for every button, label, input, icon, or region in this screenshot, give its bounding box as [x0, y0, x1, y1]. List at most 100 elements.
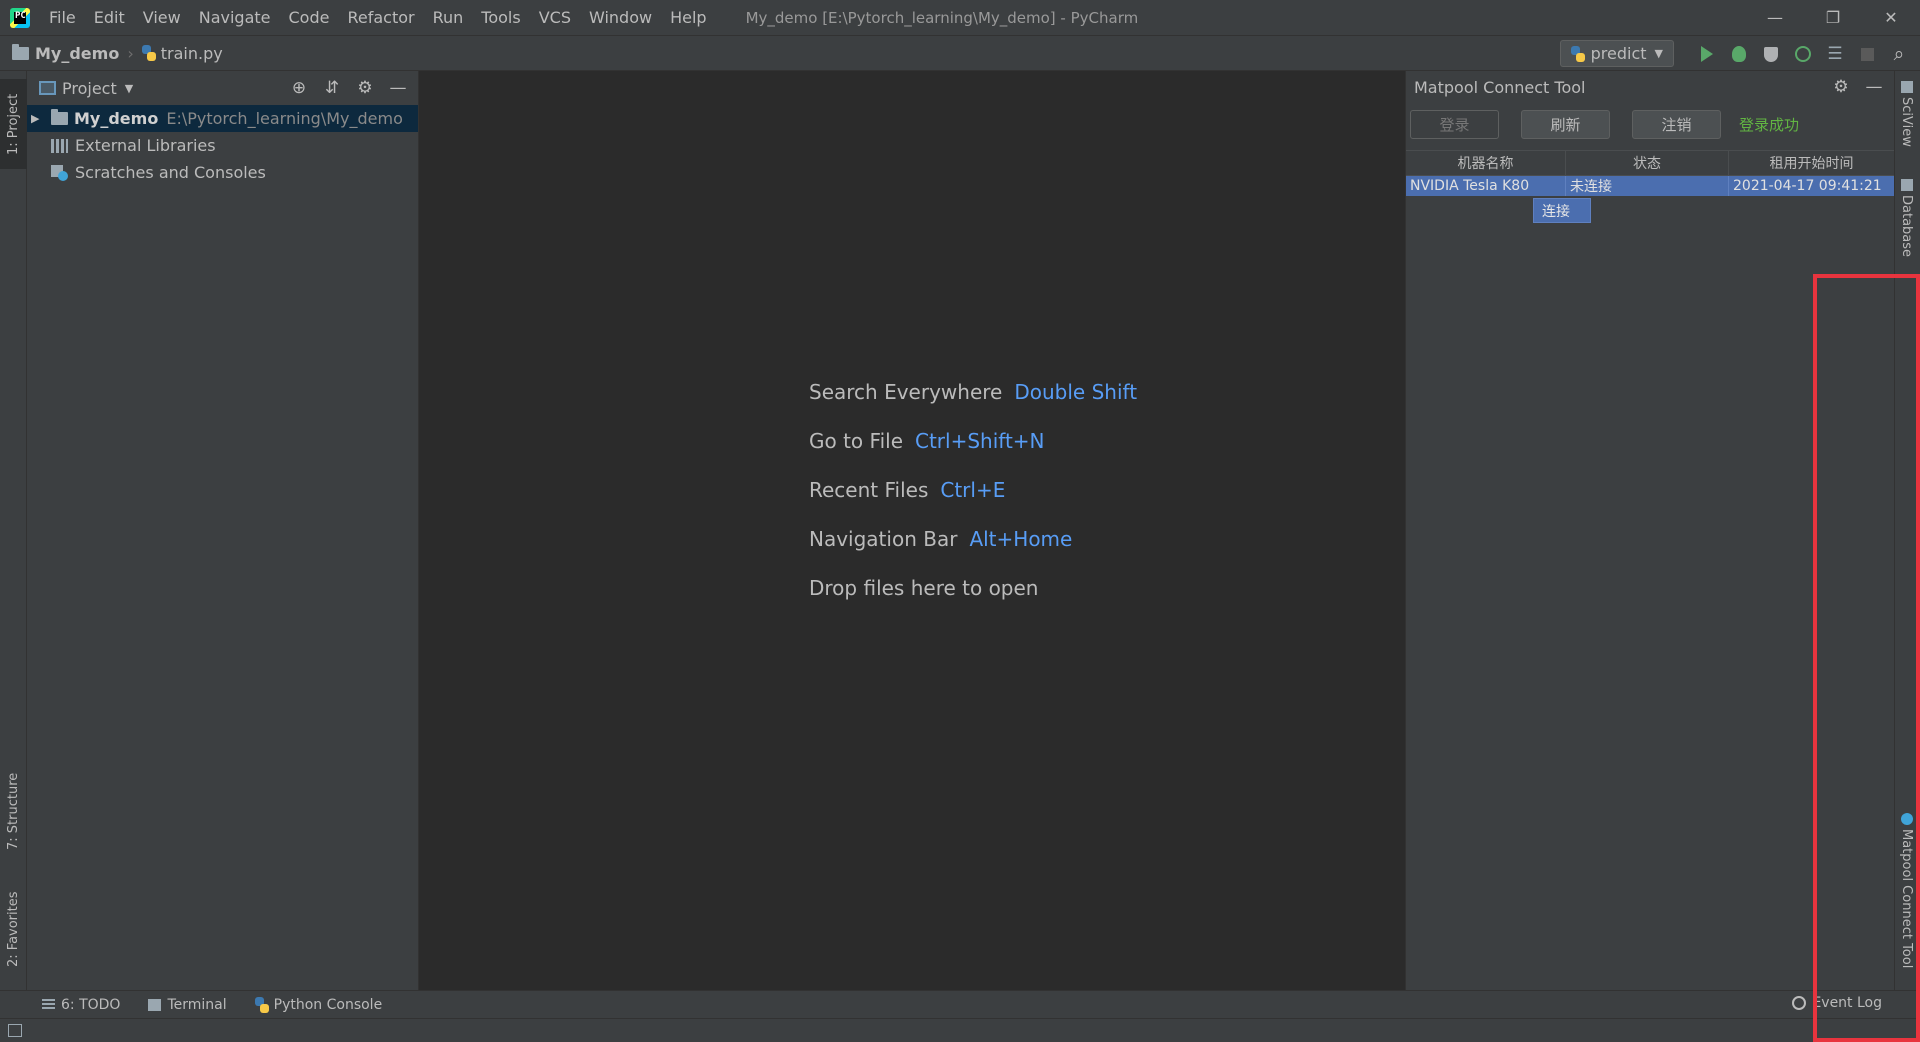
- folder-icon: [12, 43, 29, 60]
- hint-label: Search Everywhere: [809, 379, 1003, 404]
- tab-sciview[interactable]: SciView: [1899, 81, 1914, 161]
- menu-edit[interactable]: Edit: [85, 0, 134, 35]
- terminal-tab-label: Terminal: [167, 996, 227, 1013]
- context-menu-connect[interactable]: 连接: [1533, 198, 1591, 223]
- column-header-name[interactable]: 机器名称: [1406, 151, 1566, 175]
- gear-icon[interactable]: ⚙: [353, 77, 377, 99]
- menu-file[interactable]: File: [40, 0, 85, 35]
- structure-tab-label: 7: Structure: [6, 772, 21, 850]
- expand-arrow-icon[interactable]: ▶: [31, 112, 41, 125]
- breadcrumb-separator: ›: [127, 43, 134, 63]
- menu-view[interactable]: View: [134, 0, 190, 35]
- hint-label: Drop files here to open: [809, 575, 1039, 600]
- tree-item-scratches[interactable]: Scratches and Consoles: [27, 159, 418, 186]
- todo-list-icon: [42, 998, 55, 1011]
- logout-button[interactable]: 注销: [1632, 109, 1721, 139]
- event-log-label: Event Log: [1812, 995, 1882, 1011]
- status-bar: [0, 1018, 1920, 1042]
- list-run-icon: ☰: [1827, 44, 1843, 64]
- table-row[interactable]: NVIDIA Tesla K80 未连接 2021-04-17 09:41:21: [1406, 176, 1895, 196]
- scratches-icon: [51, 164, 68, 181]
- library-icon: [51, 138, 68, 153]
- python-console-icon: [254, 996, 269, 1013]
- breadcrumb-file[interactable]: train.py: [161, 44, 223, 63]
- profile-button[interactable]: [1790, 41, 1816, 67]
- hint-drop-files: Drop files here to open: [809, 563, 1137, 612]
- chevron-down-icon[interactable]: ▼: [125, 82, 133, 95]
- project-tree: ▶ My_demo E:\Pytorch_learning\My_demo Ex…: [27, 105, 418, 186]
- menu-vcs[interactable]: VCS: [530, 0, 580, 35]
- coverage-button[interactable]: [1758, 41, 1784, 67]
- locate-icon[interactable]: ⊕: [287, 77, 311, 99]
- hint-shortcut: Ctrl+E: [940, 477, 1006, 502]
- menu-help[interactable]: Help: [661, 0, 715, 35]
- project-view-selector[interactable]: Project: [62, 79, 117, 98]
- right-tool-stripe: SciView Database Matpool Connect Tool: [1894, 71, 1920, 990]
- editor-empty-area[interactable]: Search Everywhere Double Shift Go to Fil…: [420, 71, 1404, 990]
- concurrency-button[interactable]: ☰: [1822, 41, 1848, 67]
- debug-button[interactable]: [1726, 41, 1752, 67]
- collapse-all-icon[interactable]: ⇵: [320, 77, 344, 99]
- run-button[interactable]: [1694, 41, 1720, 67]
- menu-refactor[interactable]: Refactor: [338, 0, 423, 35]
- close-button[interactable]: ✕: [1862, 0, 1920, 35]
- hide-icon[interactable]: —: [386, 77, 410, 99]
- project-tab-label: 1: Project: [6, 93, 21, 155]
- cell-machine-name: NVIDIA Tesla K80: [1406, 176, 1566, 196]
- hint-recent-files: Recent Files Ctrl+E: [809, 465, 1137, 514]
- table-header: 机器名称 状态 租用开始时间: [1406, 150, 1895, 176]
- tab-todo[interactable]: 6: TODO: [42, 997, 120, 1013]
- matpool-header-actions: ⚙ —: [1820, 76, 1886, 98]
- todo-tab-label: 6: TODO: [61, 996, 121, 1013]
- tab-structure[interactable]: 7: Structure: [0, 761, 27, 861]
- matpool-toolbar: 登录 刷新 注销 登录成功: [1406, 104, 1894, 144]
- search-everywhere-button[interactable]: ⌕: [1886, 41, 1912, 67]
- tab-favorites[interactable]: 2: Favorites: [0, 879, 27, 979]
- bug-icon: [1732, 46, 1746, 62]
- menu-code[interactable]: Code: [280, 0, 339, 35]
- minimize-button[interactable]: —: [1746, 0, 1804, 35]
- menu-run[interactable]: Run: [424, 0, 473, 35]
- hint-label: Recent Files: [809, 477, 929, 502]
- tab-database[interactable]: Database: [1899, 179, 1914, 269]
- column-header-state[interactable]: 状态: [1566, 151, 1729, 175]
- tab-python-console[interactable]: Python Console: [254, 996, 383, 1013]
- run-config-selector[interactable]: predict ▼: [1559, 40, 1674, 67]
- hint-label: Navigation Bar: [809, 526, 958, 551]
- matpool-header: Matpool Connect Tool ⚙ —: [1406, 71, 1894, 104]
- menu-navigate[interactable]: Navigate: [190, 0, 280, 35]
- tab-project[interactable]: 1: Project: [0, 79, 27, 169]
- toggle-tool-windows-icon[interactable]: [8, 1024, 22, 1037]
- tab-matpool-connect-tool[interactable]: Matpool Connect Tool: [1899, 813, 1914, 983]
- shield-icon: [1764, 46, 1778, 62]
- restore-button[interactable]: ❐: [1804, 0, 1862, 35]
- cell-state: 未连接: [1566, 176, 1729, 196]
- column-header-start-time[interactable]: 租用开始时间: [1729, 151, 1895, 175]
- tree-item-external-libraries[interactable]: External Libraries: [27, 132, 418, 159]
- stop-button[interactable]: [1854, 41, 1880, 67]
- project-panel: Project ▼ ⊕ ⇵ ⚙ — ▶ My_demo E:\Pytorch_l…: [27, 71, 419, 990]
- hint-search-everywhere: Search Everywhere Double Shift: [809, 367, 1137, 416]
- machine-table: 机器名称 状态 租用开始时间 NVIDIA Tesla K80 未连接 2021…: [1406, 150, 1895, 196]
- matpool-icon: [1900, 813, 1913, 825]
- python-file-icon: [141, 45, 156, 61]
- login-status: 登录成功: [1739, 115, 1800, 134]
- hint-shortcut: Ctrl+Shift+N: [915, 428, 1045, 453]
- breadcrumb-project[interactable]: My_demo: [35, 44, 119, 63]
- folder-icon: [51, 109, 68, 125]
- hint-go-to-file: Go to File Ctrl+Shift+N: [809, 416, 1137, 465]
- tab-event-log[interactable]: Event Log: [1792, 995, 1882, 1011]
- cell-start-time: 2021-04-17 09:41:21: [1729, 176, 1895, 196]
- python-console-tab-label: Python Console: [273, 996, 383, 1013]
- python-icon: [1570, 45, 1585, 62]
- hide-icon[interactable]: —: [1862, 76, 1886, 98]
- tab-terminal[interactable]: Terminal: [148, 996, 227, 1013]
- window-title: My_demo [E:\Pytorch_learning\My_demo] - …: [745, 8, 1139, 27]
- refresh-button[interactable]: 刷新: [1521, 109, 1610, 139]
- login-button[interactable]: 登录: [1410, 109, 1499, 139]
- menu-window[interactable]: Window: [580, 0, 661, 35]
- tree-item-my-demo[interactable]: ▶ My_demo E:\Pytorch_learning\My_demo: [27, 105, 418, 132]
- matpool-panel: Matpool Connect Tool ⚙ — 登录 刷新 注销 登录成功 机…: [1405, 71, 1895, 990]
- menu-tools[interactable]: Tools: [472, 0, 529, 35]
- gear-icon[interactable]: ⚙: [1829, 76, 1853, 98]
